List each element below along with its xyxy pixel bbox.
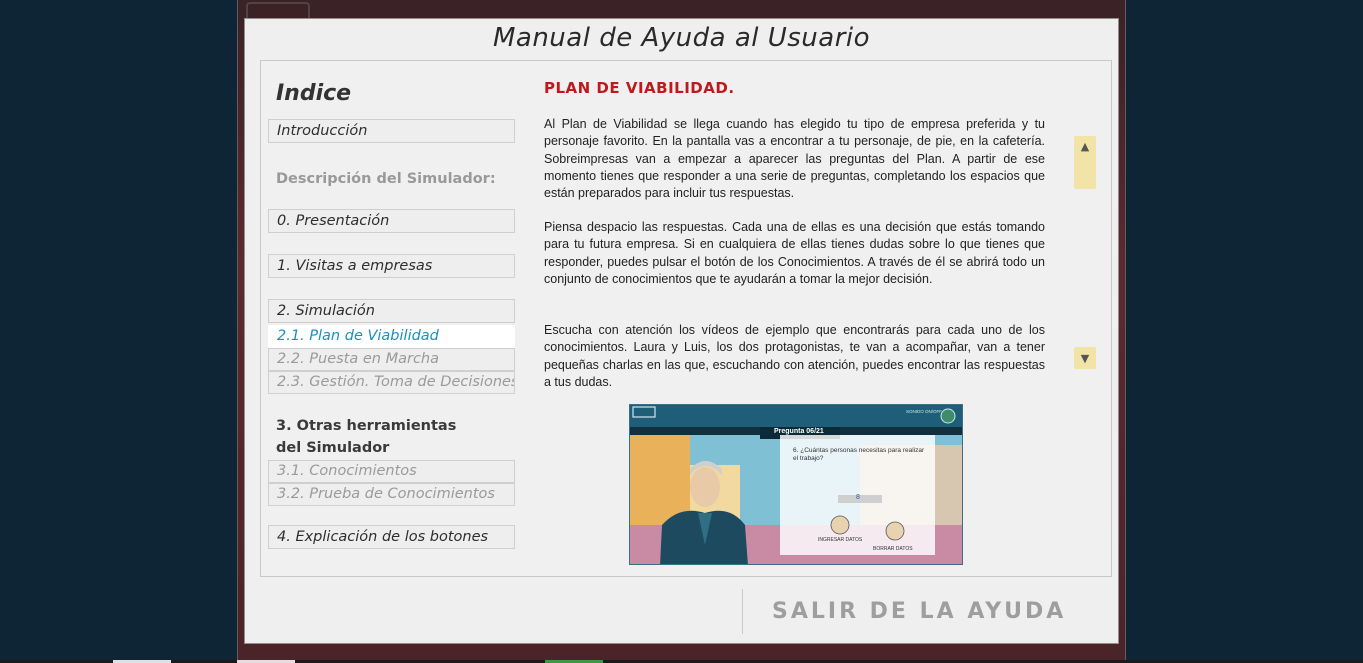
nav-item-simulation[interactable]: 2. Simulación [268, 299, 515, 323]
section-label-line2: del Simulador [276, 440, 390, 456]
scroll-up-button[interactable]: ▲ [1074, 136, 1096, 189]
dialog-title: Manual de Ayuda al Usuario [492, 23, 871, 53]
section-label-description: Descripción del Simulador: [276, 171, 496, 187]
screenshot-answer-value: 8 [856, 494, 860, 501]
nav-item-management[interactable]: 2.3. Gestión. Toma de Decisiones [268, 371, 515, 394]
screenshot-clear-label: BORRAR DATOS [873, 546, 913, 552]
screenshot-question-header: Pregunta 06/21 [774, 428, 824, 435]
section-label-line1: 3. Otras herramientas [276, 418, 457, 434]
content-paragraph-2: Piensa despacio las respuestas. Cada una… [544, 220, 1045, 286]
nav-item-presentation[interactable]: 0. Presentación [268, 209, 515, 233]
index-title: Indice [276, 81, 352, 106]
content-paragraph-3: Escucha con atención los vídeos de ejemp… [544, 323, 1045, 389]
triangle-up-icon: ▲ [1080, 140, 1090, 153]
nav-item-visits[interactable]: 1. Visitas a empresas [268, 254, 515, 278]
exit-help-button[interactable]: SALIR DE LA AYUDA [772, 599, 1066, 624]
simulator-screenshot: Pregunta 06/21 6. ¿Cuántas personas nece… [629, 404, 963, 565]
nav-item-viability-plan[interactable]: 2.1. Plan de Viabilidad [268, 325, 515, 348]
nav-item-knowledge-test[interactable]: 3.2. Prueba de Conocimientos [268, 483, 515, 506]
nav-item-buttons[interactable]: 4. Explicación de los botones [268, 525, 515, 549]
scroll-down-button[interactable]: ▼ [1074, 347, 1096, 369]
screenshot-sound-label: SONIDO ON/OFF [906, 409, 942, 414]
triangle-down-icon: ▼ [1080, 351, 1090, 365]
screenshot-enter-label: INGRESAR DATOS [818, 537, 863, 543]
nav-item-introduction[interactable]: Introducción [268, 119, 515, 143]
content-paragraph-1: Al Plan de Viabilidad se llega cuando ha… [544, 117, 1045, 201]
help-dialog: Manual de Ayuda al Usuario Indice Introd… [244, 18, 1119, 644]
footer-divider [742, 589, 743, 634]
screenshot-question-text: 6. ¿Cuántas personas necesitas para real… [793, 447, 925, 462]
nav-item-knowledge[interactable]: 3.1. Conocimientos [268, 460, 515, 483]
content-heading: PLAN DE VIABILIDAD. [544, 79, 735, 97]
section-label-other-tools: 3. Otras herramientas del Simulador [276, 415, 456, 459]
help-content-panel: Indice Introducción Descripción del Simu… [260, 60, 1112, 577]
nav-item-startup[interactable]: 2.2. Puesta en Marcha [268, 348, 515, 371]
